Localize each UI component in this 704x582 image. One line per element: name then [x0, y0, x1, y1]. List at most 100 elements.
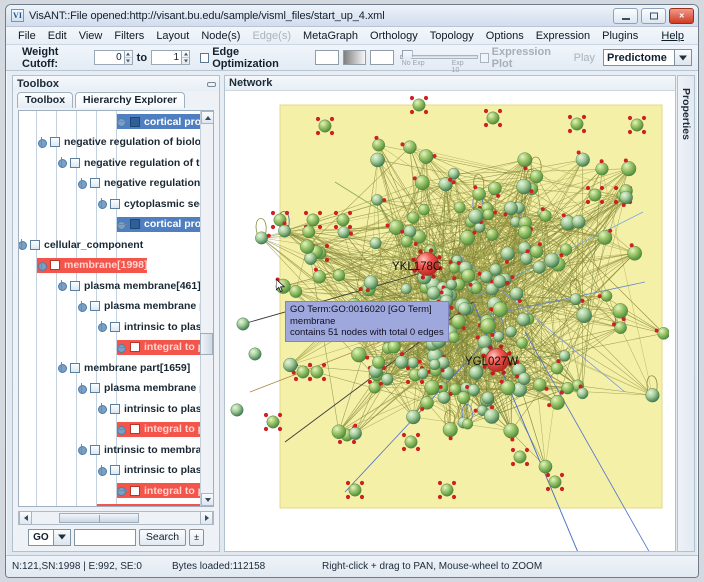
tree-row[interactable]: negative regulation of biologi	[19, 132, 200, 153]
menu-orthology[interactable]: Orthology	[364, 29, 424, 43]
weight-cutoff-min-stepper[interactable]	[93, 50, 133, 65]
tree-node-checkbox[interactable]	[50, 137, 60, 147]
tree-expand-handle-icon[interactable]	[97, 505, 108, 506]
scroll-up-icon[interactable]	[201, 111, 213, 124]
expression-slider[interactable]: No Exp Exp 10	[399, 47, 478, 74]
tree-horizontal-scrollbar[interactable]	[18, 511, 214, 525]
tree-row[interactable]: cellular_component	[19, 234, 200, 255]
tab-hierarchy-explorer[interactable]: Hierarchy Explorer	[75, 92, 186, 108]
vertical-scroll-thumb[interactable]	[200, 333, 213, 355]
tree-leaf-handle-icon[interactable]	[117, 219, 128, 230]
tree-node-checkbox[interactable]	[70, 157, 80, 168]
tree-expand-handle-icon[interactable]	[97, 198, 108, 209]
search-type-dropdown[interactable]: GO	[27, 528, 71, 546]
menu-view[interactable]: View	[73, 29, 109, 43]
tree-node-checkbox[interactable]	[70, 280, 80, 291]
edge-optimization-checkbox[interactable]: Edge Optimization	[200, 46, 298, 70]
tree-node-checkbox[interactable]	[50, 260, 60, 270]
tree-row[interactable]: plasma membrane pa	[19, 296, 200, 317]
tree-expand-handle-icon[interactable]	[77, 177, 88, 189]
menu-plugins[interactable]: Plugins	[596, 29, 644, 43]
tree-expand-handle-icon[interactable]	[77, 444, 88, 455]
tree-row[interactable]: negative regulation of	[19, 173, 200, 194]
tree-expand-handle-icon[interactable]	[57, 157, 68, 168]
tree-node-checkbox[interactable]	[110, 465, 120, 475]
tree-row[interactable]: plasma membrane pa	[19, 378, 200, 399]
tree-expand-handle-icon[interactable]	[97, 403, 108, 414]
minimize-button[interactable]	[613, 8, 638, 24]
weight-cutoff-max-input[interactable]	[151, 50, 182, 65]
tree-expand-handle-icon[interactable]	[57, 362, 68, 373]
tree-expand-handle-icon[interactable]	[77, 300, 88, 312]
tree-row[interactable]: cytoplasmic seque	[19, 193, 200, 214]
tree-row[interactable]: integral to membra	[19, 501, 200, 506]
horizontal-scroll-thumb[interactable]	[59, 513, 139, 523]
tree-expand-handle-icon[interactable]	[37, 259, 48, 271]
tree-expand-handle-icon[interactable]	[97, 464, 108, 476]
tree-expand-handle-icon[interactable]	[77, 382, 88, 394]
tree-node-checkbox[interactable]	[130, 424, 140, 434]
tree-leaf-handle-icon[interactable]	[117, 116, 128, 127]
tree-row[interactable]: plasma membrane[461]	[19, 275, 200, 296]
tree-node-checkbox[interactable]	[30, 239, 40, 250]
tree-leaf-handle-icon[interactable]	[117, 342, 128, 353]
scroll-down-icon[interactable]	[201, 493, 213, 506]
tree-leaf-handle-icon[interactable]	[117, 424, 128, 435]
tree-node-checkbox[interactable]	[110, 321, 120, 332]
weight-cutoff-min-input[interactable]	[93, 50, 124, 65]
menu-filters[interactable]: Filters	[108, 29, 150, 43]
tree-row[interactable]: intrinsic to plasma	[19, 398, 200, 419]
expression-color-high-swatch[interactable]	[370, 50, 394, 65]
pin-icon[interactable]	[206, 79, 216, 88]
tree-row[interactable]: integral to plas	[19, 480, 200, 501]
stepper-up-icon[interactable]	[182, 51, 190, 58]
tree-row[interactable]: membrane[1998]	[19, 255, 200, 276]
tree-node-checkbox[interactable]	[90, 301, 100, 311]
checkbox-icon[interactable]	[200, 52, 210, 63]
tree-expand-handle-icon[interactable]	[37, 136, 48, 148]
menu-options[interactable]: Options	[480, 29, 530, 43]
tree-expand-handle-icon[interactable]	[19, 239, 28, 250]
scroll-left-icon[interactable]	[19, 511, 32, 525]
search-input[interactable]	[73, 528, 136, 546]
stepper-arrows-min[interactable]	[123, 50, 133, 65]
maximize-button[interactable]	[641, 8, 666, 24]
hierarchy-tree[interactable]: cortical pro negative regulation of biolo…	[19, 111, 200, 506]
search-button[interactable]: Search	[138, 528, 187, 546]
weight-cutoff-max-stepper[interactable]	[151, 50, 191, 65]
menu-edit[interactable]: Edit	[42, 29, 73, 43]
tree-row[interactable]: cortical pro	[19, 111, 200, 132]
tree-node-checkbox[interactable]	[130, 342, 140, 352]
dataset-dropdown[interactable]: Predictome	[603, 49, 693, 66]
expression-color-gradient-swatch[interactable]	[342, 50, 367, 65]
tree-node-checkbox[interactable]	[130, 116, 140, 127]
stepper-down-icon[interactable]	[182, 58, 189, 64]
tree-node-checkbox[interactable]	[90, 178, 100, 188]
tree-node-checkbox[interactable]	[90, 444, 100, 455]
search-type-value[interactable]: GO	[27, 528, 54, 546]
tree-row[interactable]: cortical protein	[19, 214, 200, 235]
menu-file[interactable]: File	[12, 29, 42, 43]
chevron-down-icon[interactable]	[53, 528, 71, 546]
menu-nodes[interactable]: Node(s)	[195, 29, 246, 43]
menu-help[interactable]: Help	[655, 29, 690, 43]
chevron-down-icon[interactable]	[675, 49, 693, 66]
tree-node-checkbox[interactable]	[130, 485, 140, 496]
search-options-button[interactable]: ±	[189, 528, 205, 546]
stepper-up-icon[interactable]	[124, 51, 132, 58]
tree-row[interactable]: integral to plas	[19, 419, 200, 440]
menu-expression[interactable]: Expression	[530, 29, 596, 43]
tree-row[interactable]: negative regulation of tran	[19, 152, 200, 173]
tree-node-checkbox[interactable]	[70, 362, 80, 373]
tree-node-checkbox[interactable]	[90, 383, 100, 393]
tree-node-checkbox[interactable]	[110, 403, 120, 414]
menu-layout[interactable]: Layout	[150, 29, 195, 43]
tree-row[interactable]: intrinsic to plasma	[19, 316, 200, 337]
scroll-right-icon[interactable]	[200, 511, 213, 525]
tree-node-checkbox[interactable]	[110, 198, 120, 209]
stepper-down-icon[interactable]	[125, 58, 132, 64]
tree-row[interactable]: intrinsic to membrane	[19, 439, 200, 460]
tree-row[interactable]: intrinsic to plasma	[19, 460, 200, 481]
dataset-value[interactable]: Predictome	[603, 49, 676, 66]
tree-expand-handle-icon[interactable]	[97, 321, 108, 332]
